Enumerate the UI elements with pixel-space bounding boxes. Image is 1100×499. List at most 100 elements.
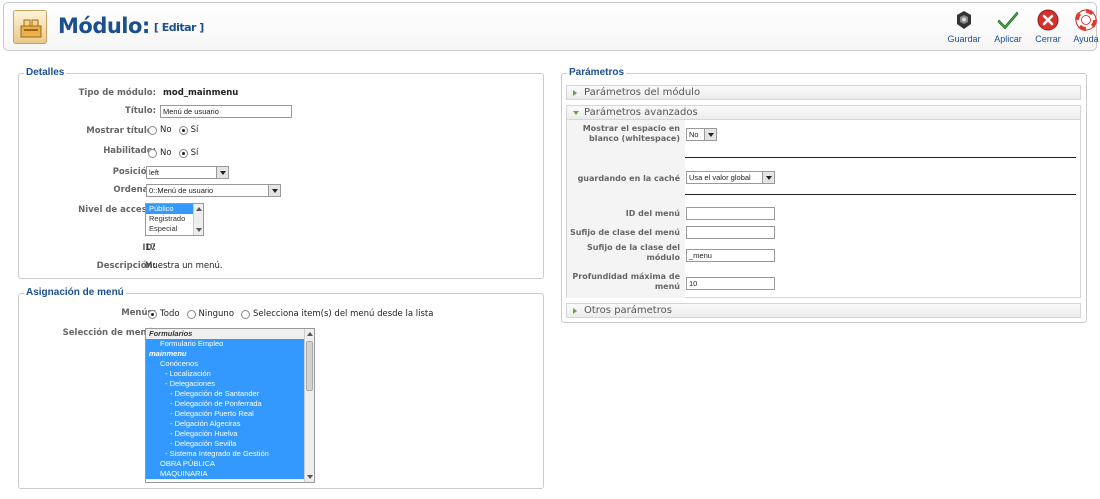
menus-none-label: Ninguno: [198, 309, 235, 319]
apply-icon: [997, 11, 1019, 30]
apply-button[interactable]: Aplicar: [988, 9, 1028, 49]
chevron-down-icon: [268, 185, 280, 196]
apply-label: Aplicar: [994, 34, 1022, 44]
menu-class-label: Sufijo de clase del menú: [569, 228, 680, 237]
module-params-header[interactable]: Parámetros del módulo: [566, 85, 1081, 100]
advanced-params-body: Mostrar el espacio en blanco (whitespace…: [566, 120, 1081, 298]
menu-option[interactable]: - Delegaciones: [146, 379, 314, 389]
menu-option[interactable]: - Delegación Sevilla: [146, 439, 314, 449]
params-fieldset: Parámetros Parámetros del módulo Parámet…: [561, 67, 1087, 323]
menu-option[interactable]: Conócenos: [146, 359, 314, 369]
menu-option[interactable]: - Delgación Algeciras: [146, 419, 314, 429]
module-type-label: Tipo de módulo:: [78, 88, 156, 98]
menu-id-label: ID del menú: [625, 209, 680, 218]
divider: [685, 194, 1076, 195]
scroll-up-icon: [307, 332, 313, 336]
module-params-title: Parámetros del módulo: [584, 87, 701, 98]
chevron-down-icon: [762, 172, 774, 183]
menu-option[interactable]: - Delegación Huelva: [146, 429, 314, 439]
module-class-input[interactable]: _menu: [686, 249, 775, 262]
title-label: Título:: [125, 106, 156, 116]
help-icon: [1075, 9, 1097, 31]
module-type-value: mod_mainmenu: [163, 88, 239, 98]
title-input[interactable]: Menú de usuario: [160, 105, 292, 118]
assignment-legend: Asignación de menú: [24, 287, 126, 298]
enabled-yes-label: Sí: [190, 148, 199, 158]
help-button[interactable]: Ayuda: [1066, 9, 1100, 49]
menu-option[interactable]: - Delegación de Santander: [146, 389, 314, 399]
advanced-params-header[interactable]: Parámetros avanzados: [566, 105, 1081, 120]
save-label: Guardar: [947, 34, 981, 44]
order-select[interactable]: 0::Menú de usuario: [146, 184, 281, 197]
module-class-label: Sufijo de la clase del módulo: [586, 243, 680, 262]
params-legend: Parámetros: [567, 67, 627, 78]
id-value: 17: [145, 243, 156, 253]
close-icon: [1037, 9, 1059, 31]
close-label: Cerrar: [1035, 34, 1061, 44]
menus-all-radio[interactable]: [148, 309, 157, 319]
menu-option[interactable]: - Delegación de Ponferrada: [146, 399, 314, 409]
menu-selection-label: Selección de menú:: [62, 328, 156, 338]
show-title-no-radio[interactable]: [148, 125, 157, 135]
chevron-down-icon: [704, 129, 716, 140]
scrollbar-thumb[interactable]: [306, 341, 313, 391]
position-select[interactable]: left: [146, 166, 229, 179]
menu-selection-scrollbar[interactable]: [304, 329, 314, 482]
menus-select-label: Selecciona item(s) del menú desde la lis…: [253, 309, 434, 319]
save-icon: [957, 11, 971, 29]
details-fieldset: Detalles Tipo de módulo: mod_mainmenu Tí…: [18, 67, 544, 279]
menus-select-radio[interactable]: [241, 309, 251, 319]
position-value: left: [149, 168, 160, 177]
show-title-no-label: No: [160, 125, 172, 135]
max-depth-label: Profundidad máxima de menú: [572, 272, 680, 291]
menu-option[interactable]: MAQUINARIA: [146, 469, 314, 479]
collapse-arrow-icon: [573, 111, 579, 115]
divider: [685, 157, 1076, 158]
access-level-listbox[interactable]: Público Registrado Especial: [145, 203, 204, 236]
show-title-label: Mostrar título:: [86, 126, 156, 136]
enabled-yes-radio[interactable]: [178, 148, 188, 158]
menu-group-formularios[interactable]: Formularios: [146, 329, 314, 339]
menus-none-radio[interactable]: [186, 309, 196, 319]
menu-class-input[interactable]: [686, 226, 775, 239]
menu-id-input[interactable]: [686, 207, 775, 220]
expand-arrow-icon: [573, 308, 577, 314]
expand-arrow-icon: [573, 90, 577, 96]
menu-option[interactable]: OBRA PÚBLICA: [146, 459, 314, 469]
menu-group-mainmenu[interactable]: mainmenu: [146, 349, 314, 359]
cache-value: Usa el valor global: [689, 173, 751, 182]
scroll-up-icon: [196, 207, 202, 211]
details-legend: Detalles: [24, 67, 67, 78]
chevron-down-icon: [216, 167, 228, 178]
page-title-text: Módulo:: [58, 14, 150, 38]
menu-option[interactable]: - Localización: [146, 369, 314, 379]
enabled-no-label: No: [160, 148, 172, 158]
whitespace-select[interactable]: No: [686, 128, 717, 141]
other-params-title: Otros parámetros: [584, 305, 672, 316]
help-label: Ayuda: [1073, 34, 1099, 44]
scroll-down-icon: [307, 475, 313, 479]
menus-all-label: Todo: [160, 309, 180, 319]
save-button[interactable]: Guardar: [944, 9, 984, 49]
description-value: Muestra un menú.: [145, 261, 223, 271]
module-icon: [13, 10, 47, 44]
page-title: Módulo:[ Editar ]: [58, 14, 204, 38]
toolbar: Módulo:[ Editar ] Guardar Aplicar Cerrar…: [3, 2, 1100, 51]
show-title-yes-label: Sí: [190, 125, 199, 135]
menu-option[interactable]: - Sistema Integrado de Gestión: [146, 449, 314, 459]
whitespace-value: No: [689, 130, 699, 139]
menu-option[interactable]: Formulario Empleo: [146, 339, 314, 349]
other-params-header[interactable]: Otros parámetros: [566, 303, 1081, 318]
show-title-yes-radio[interactable]: [178, 125, 188, 135]
access-level-scrollbar[interactable]: [193, 204, 203, 235]
cache-select[interactable]: Usa el valor global: [686, 171, 775, 184]
assignment-fieldset: Asignación de menú Menús: Todo Ninguno Sel…: [18, 287, 544, 489]
close-button[interactable]: Cerrar: [1028, 9, 1068, 49]
enabled-no-radio[interactable]: [148, 148, 157, 158]
order-value: 0::Menú de usuario: [149, 186, 214, 195]
cache-label: guardando en la caché: [577, 174, 680, 183]
whitespace-label: Mostrar el espacio en blanco (whitespace…: [582, 124, 680, 143]
max-depth-input[interactable]: 10: [686, 277, 775, 290]
menu-option[interactable]: - Delegación Puerto Real: [146, 409, 314, 419]
menu-selection-listbox[interactable]: Formularios Formulario Empleo mainmenu C…: [145, 328, 315, 483]
